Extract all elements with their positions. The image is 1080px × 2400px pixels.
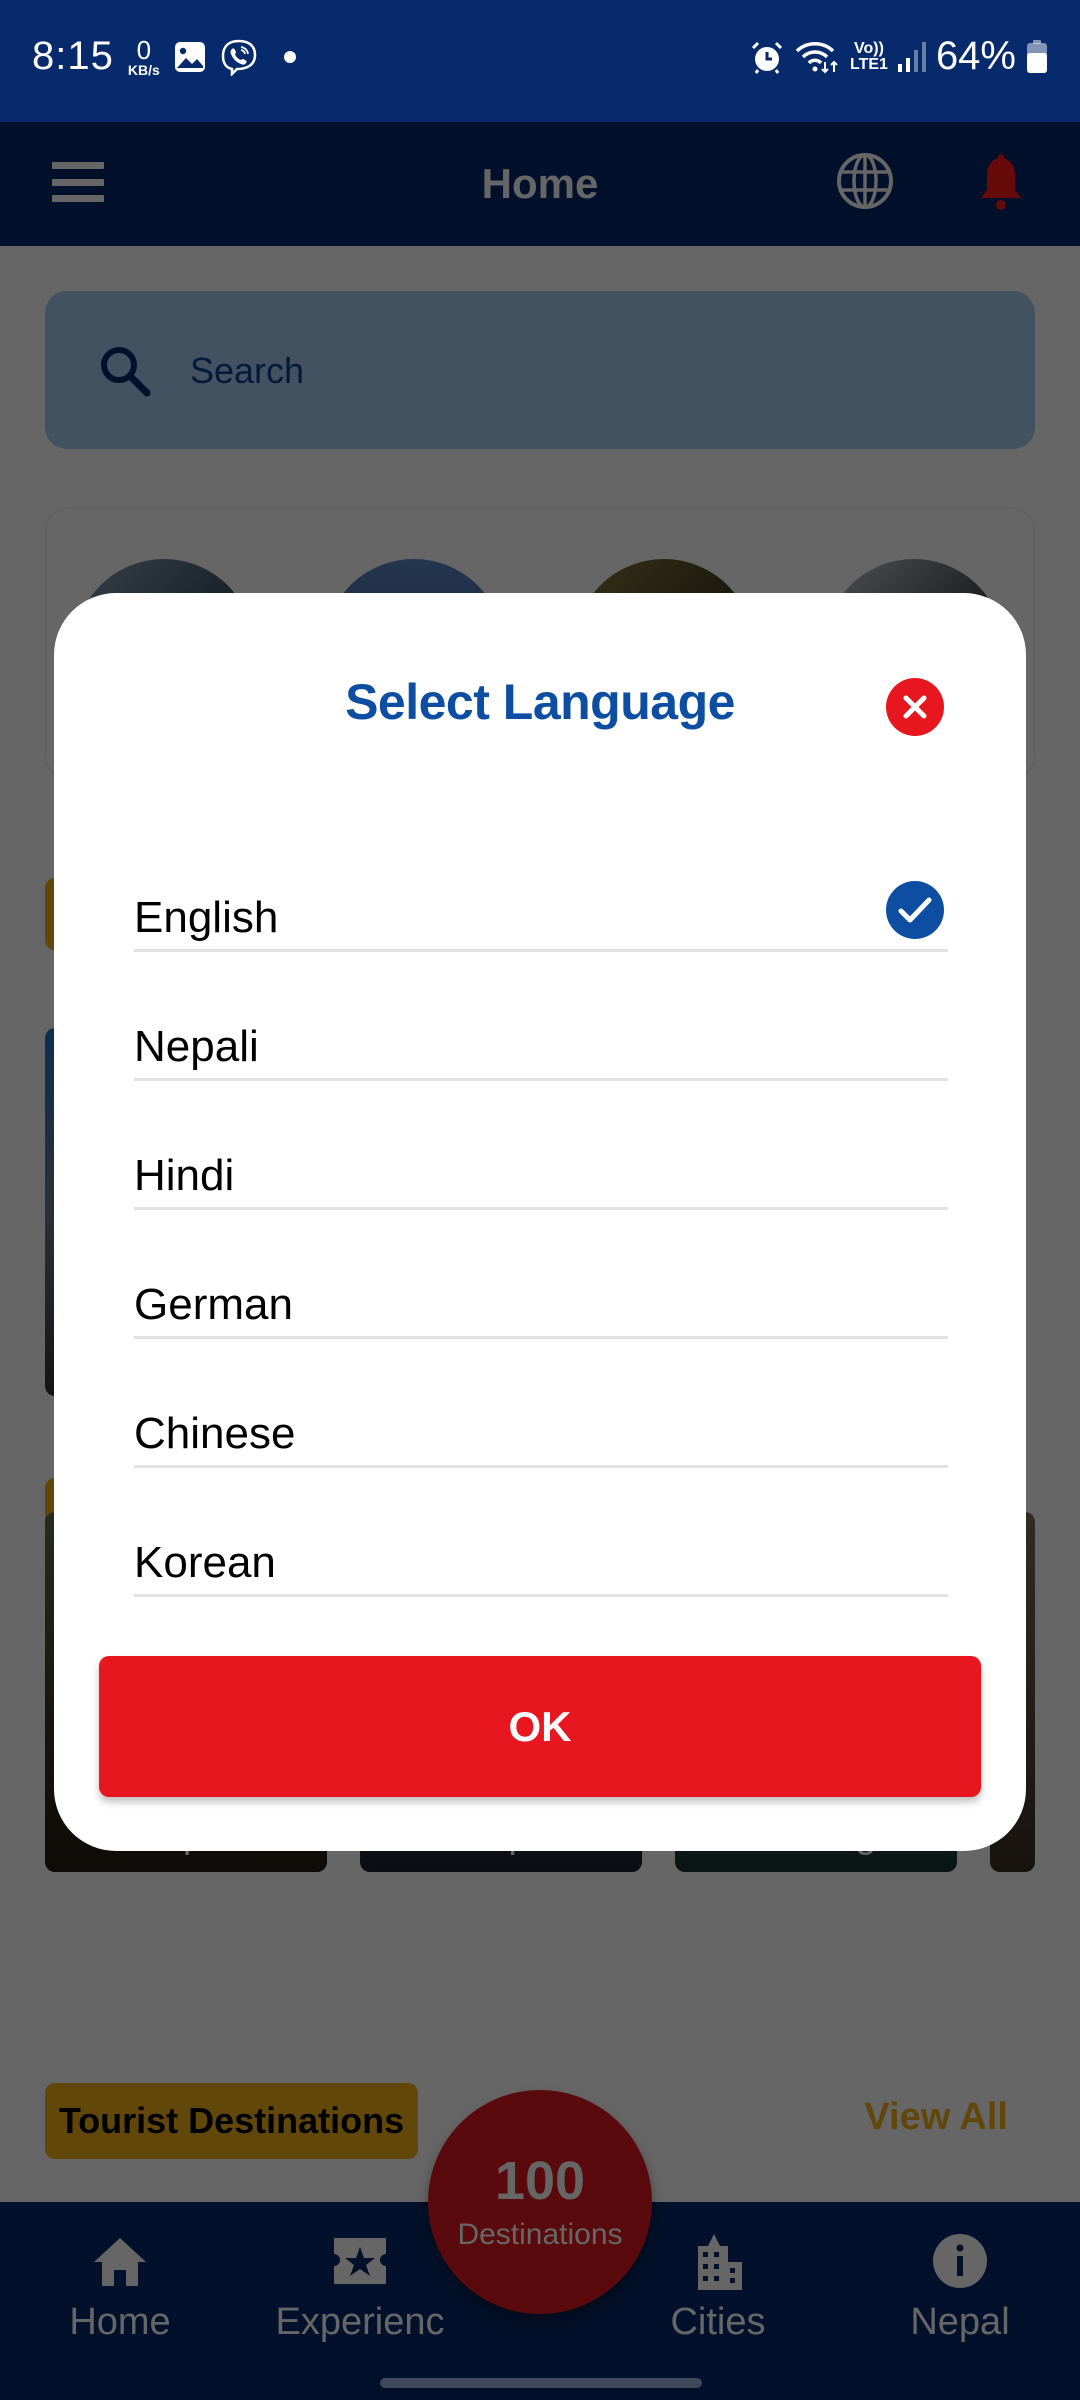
- viber-icon: [221, 39, 257, 76]
- language-option-german[interactable]: German: [134, 1210, 948, 1339]
- language-name: Nepali: [134, 1022, 259, 1071]
- language-option-chinese[interactable]: Chinese: [134, 1339, 948, 1468]
- language-option-english[interactable]: English: [134, 823, 948, 952]
- network-type: Vo)) LTE1: [850, 39, 888, 73]
- status-time: 8:15: [32, 34, 114, 78]
- close-button[interactable]: [886, 678, 944, 736]
- wifi-icon: [795, 41, 838, 73]
- language-name: Hindi: [134, 1151, 235, 1200]
- check-icon: [886, 881, 944, 939]
- language-dialog: Select Language English Nepali Hindi Ger…: [54, 593, 1026, 1851]
- battery-percent: 64%: [935, 34, 1016, 78]
- alarm-icon: [751, 41, 783, 74]
- language-option-korean[interactable]: Korean: [134, 1468, 948, 1597]
- language-name: English: [134, 893, 279, 942]
- language-name: Chinese: [134, 1409, 296, 1458]
- ok-button[interactable]: OK: [99, 1656, 981, 1797]
- status-bar: 8:15 0 KB/s Vo)) LTE1 64%: [0, 0, 1080, 122]
- language-name: Korean: [134, 1538, 276, 1587]
- language-list: English Nepali Hindi German Chinese Kore…: [134, 823, 948, 1597]
- close-icon: [903, 695, 927, 719]
- language-option-hindi[interactable]: Hindi: [134, 1081, 948, 1210]
- signal-icon: [897, 41, 926, 72]
- language-name: German: [134, 1280, 293, 1329]
- language-option-nepali[interactable]: Nepali: [134, 952, 948, 1081]
- network-speed: 0 KB/s: [127, 34, 160, 78]
- battery-icon: [1027, 39, 1047, 73]
- gallery-icon: [174, 41, 205, 72]
- dialog-title: Select Language: [345, 674, 735, 730]
- notification-dot: [283, 50, 296, 63]
